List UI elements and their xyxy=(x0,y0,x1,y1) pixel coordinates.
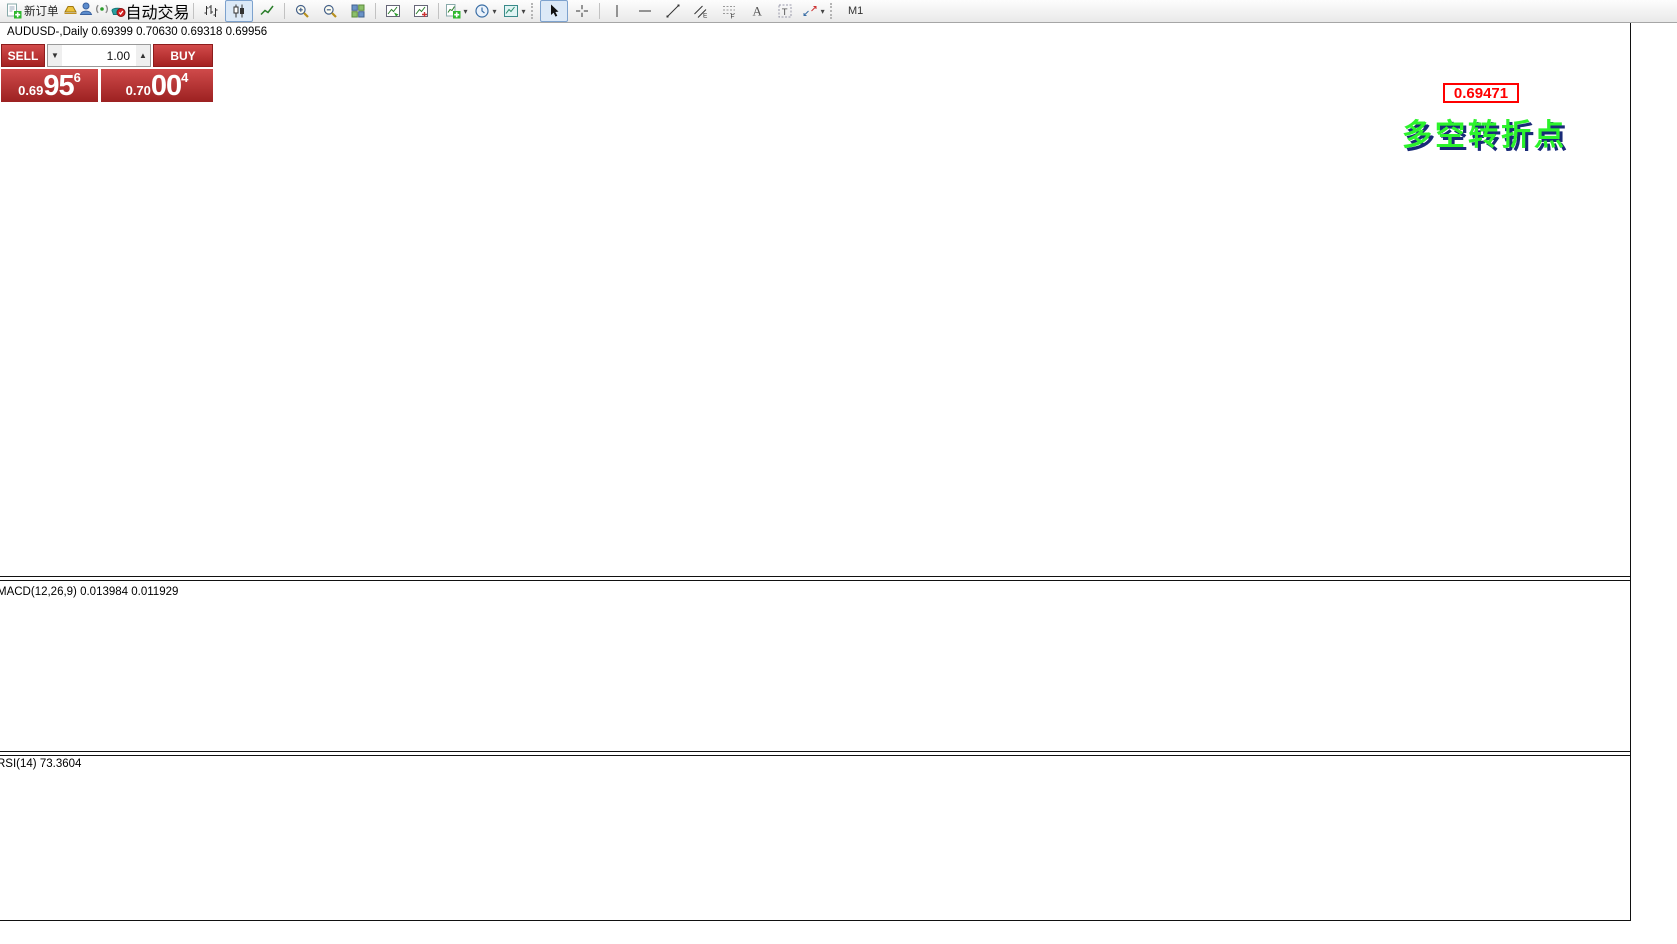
panel-divider[interactable] xyxy=(0,576,1677,581)
cursor-button[interactable] xyxy=(540,0,568,22)
chart-title: AUDUSD-,Daily 0.69399 0.70630 0.69318 0.… xyxy=(7,26,267,38)
macd-indicator-label: MACD(12,26,9) 0.013984 0.011929 xyxy=(0,586,178,598)
buy-price-tile[interactable]: 0.70004 xyxy=(101,69,213,102)
toolbar-separator xyxy=(193,3,194,19)
gold-icon xyxy=(62,1,78,17)
cursor-icon xyxy=(546,3,562,19)
accounts-button[interactable] xyxy=(78,1,94,22)
price-callout-box[interactable]: 0.69471 xyxy=(1443,83,1519,103)
chevron-down-icon: ▾ xyxy=(464,7,468,16)
macd-value-main: 0.013984 xyxy=(80,586,128,598)
trendline-button[interactable] xyxy=(659,0,687,22)
toolbar-separator xyxy=(284,3,285,19)
price-scale xyxy=(1631,23,1677,921)
zoom-in-button[interactable] xyxy=(288,0,316,22)
svg-text:T: T xyxy=(781,7,787,18)
autotrade-button[interactable]: 自动交易 xyxy=(110,0,190,23)
rsi-indicator-label: RSI(14) 73.3604 xyxy=(0,758,81,770)
tile-windows-icon xyxy=(350,3,366,19)
fibonacci-button[interactable]: F xyxy=(715,0,743,22)
zoom-in-icon xyxy=(294,3,310,19)
horizontal-line-button[interactable] xyxy=(631,0,659,22)
rsi-value: 73.3604 xyxy=(40,758,82,770)
sell-price-sup: 6 xyxy=(74,70,81,85)
buy-price-sup: 4 xyxy=(181,70,188,85)
template-button[interactable]: ▾ xyxy=(500,0,529,22)
autotrade-icon xyxy=(110,2,126,18)
channel-icon: E xyxy=(693,3,709,19)
bar-chart-button[interactable] xyxy=(197,0,225,22)
crosshair-icon xyxy=(574,3,590,19)
axis-border xyxy=(0,920,1677,921)
svg-text:F: F xyxy=(730,14,734,20)
indicators-icon xyxy=(445,3,461,19)
indicators-button[interactable]: ▾ xyxy=(442,0,471,22)
text-icon: A xyxy=(749,3,765,19)
toolbar-grip xyxy=(830,3,835,19)
sell-price-tile[interactable]: 0.69956 xyxy=(1,69,98,102)
label-button[interactable]: T xyxy=(771,0,799,22)
macd-value-signal: 0.011929 xyxy=(131,586,178,598)
zoom-out-icon xyxy=(322,3,338,19)
buy-button[interactable]: BUY xyxy=(153,44,213,67)
shapes-button[interactable]: ▾ xyxy=(799,0,828,22)
trendline-icon xyxy=(665,3,681,19)
line-chart-icon xyxy=(259,3,275,19)
chevron-down-icon: ▾ xyxy=(522,7,526,16)
chevron-down-icon: ▾ xyxy=(821,7,825,16)
main-toolbar: 新订单 自动交易 ▾ ▾ ▾ E F A T ▾ M1 xyxy=(0,0,1677,23)
new-order-button[interactable]: 新订单 xyxy=(3,0,62,22)
gold-button[interactable] xyxy=(62,1,78,22)
sell-price-big: 95 xyxy=(43,72,73,101)
arrange-cross-button[interactable] xyxy=(407,0,435,22)
candlestick-icon xyxy=(231,3,247,19)
chevron-down-icon: ▾ xyxy=(493,7,497,16)
annotation-text[interactable]: 多空转折点 xyxy=(1402,110,1567,154)
candlestick-button[interactable] xyxy=(225,0,253,22)
volume-stepper[interactable]: ▼ 1.00 ▲ xyxy=(47,44,151,67)
button-label: 自动交易 xyxy=(126,5,190,22)
svg-text:E: E xyxy=(703,13,708,20)
text-button[interactable]: A xyxy=(743,0,771,22)
periods-icon xyxy=(474,3,490,19)
tile-windows-button[interactable] xyxy=(344,0,372,22)
line-chart-button[interactable] xyxy=(253,0,281,22)
bar-chart-icon xyxy=(203,3,219,19)
periods-button[interactable]: ▾ xyxy=(471,0,500,22)
horizontal-line-icon xyxy=(637,3,653,19)
button-label: M1 xyxy=(848,5,863,17)
arrange-cross-icon xyxy=(413,3,429,19)
one-click-trading-panel[interactable]: SELL ▼ 1.00 ▲ BUY 0.69956 0.70004 xyxy=(1,44,213,102)
svg-text:A: A xyxy=(752,4,762,19)
sell-button[interactable]: SELL xyxy=(1,44,45,67)
accounts-icon xyxy=(78,1,94,17)
signal-button[interactable] xyxy=(94,1,110,22)
arrange-profile-button[interactable] xyxy=(379,0,407,22)
sell-price-prefix: 0.69 xyxy=(18,83,43,98)
toolbar-separator xyxy=(375,3,376,19)
fibonacci-icon: F xyxy=(721,3,737,19)
template-icon xyxy=(503,3,519,19)
vertical-line-button[interactable] xyxy=(603,0,631,22)
volume-input[interactable]: 1.00 xyxy=(62,49,136,63)
timeframe-M1[interactable]: M1 xyxy=(839,0,873,22)
shapes-icon xyxy=(802,3,818,19)
toolbar-separator xyxy=(438,3,439,19)
volume-decrease-button[interactable]: ▼ xyxy=(48,45,62,66)
buy-price-prefix: 0.70 xyxy=(126,83,151,98)
crosshair-button[interactable] xyxy=(568,0,596,22)
zoom-out-button[interactable] xyxy=(316,0,344,22)
new-order-icon xyxy=(6,3,22,19)
vertical-line-icon xyxy=(609,3,625,19)
toolbar-separator xyxy=(599,3,600,19)
signal-icon xyxy=(94,1,110,17)
channel-button[interactable]: E xyxy=(687,0,715,22)
toolbar-grip xyxy=(531,3,536,19)
button-label: 新订单 xyxy=(24,3,59,19)
buy-price-big: 00 xyxy=(151,72,181,101)
label-icon: T xyxy=(777,3,793,19)
volume-increase-button[interactable]: ▲ xyxy=(136,45,150,66)
arrange-profile-icon xyxy=(385,3,401,19)
panel-divider[interactable] xyxy=(0,751,1677,756)
